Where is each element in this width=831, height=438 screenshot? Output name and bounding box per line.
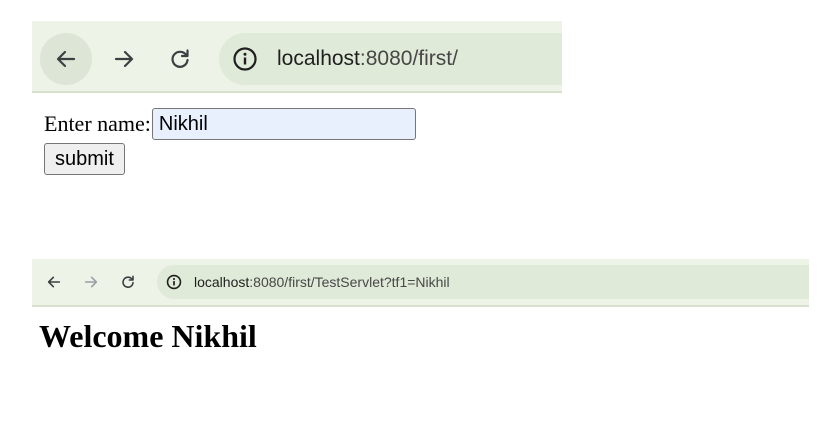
back-button-result[interactable]	[39, 267, 69, 297]
address-url-result[interactable]: localhost:8080/first/TestServlet?tf1=Nik…	[194, 273, 450, 291]
reload-button-result[interactable]	[113, 267, 143, 297]
browser-toolbar: localhost:8080/first/	[32, 21, 562, 93]
arrow-right-icon	[114, 50, 134, 68]
name-input[interactable]	[151, 108, 416, 140]
address-bar-result[interactable]: localhost:8080/first/TestServlet?tf1=Nik…	[157, 265, 809, 299]
arrow-left-icon	[47, 276, 61, 288]
browser-toolbar-result: localhost:8080/first/TestServlet?tf1=Nik…	[32, 259, 809, 307]
address-url[interactable]: localhost:8080/first/	[277, 46, 458, 72]
reload-button[interactable]	[154, 33, 206, 85]
forward-button-result[interactable]	[76, 267, 106, 297]
address-bar[interactable]: localhost:8080/first/	[219, 33, 562, 85]
reload-icon	[171, 49, 189, 68]
name-form-row: Enter name:	[44, 106, 544, 142]
submit-button[interactable]: submit	[44, 143, 125, 175]
url-path: :8080/first/TestServlet?tf1=Nikhil	[249, 274, 450, 290]
info-circle-icon	[166, 274, 182, 290]
reload-icon	[122, 275, 134, 288]
url-host: localhost	[194, 274, 250, 290]
url-path: :8080/first/	[359, 47, 458, 70]
info-circle-icon	[233, 47, 257, 71]
arrow-right-icon	[84, 276, 98, 288]
site-info-button-result[interactable]	[165, 273, 183, 291]
welcome-heading: Welcome Nikhil	[39, 318, 257, 354]
site-info-button[interactable]	[231, 45, 259, 73]
forward-button[interactable]	[98, 33, 150, 85]
url-host: localhost	[277, 47, 360, 70]
arrow-left-icon	[56, 50, 76, 68]
screenshot-canvas: localhost:8080/first/ Enter name: submit	[0, 0, 831, 438]
name-label: Enter name:	[44, 111, 151, 136]
page-content-form: Enter name: submit	[44, 106, 544, 175]
back-button[interactable]	[40, 33, 92, 85]
